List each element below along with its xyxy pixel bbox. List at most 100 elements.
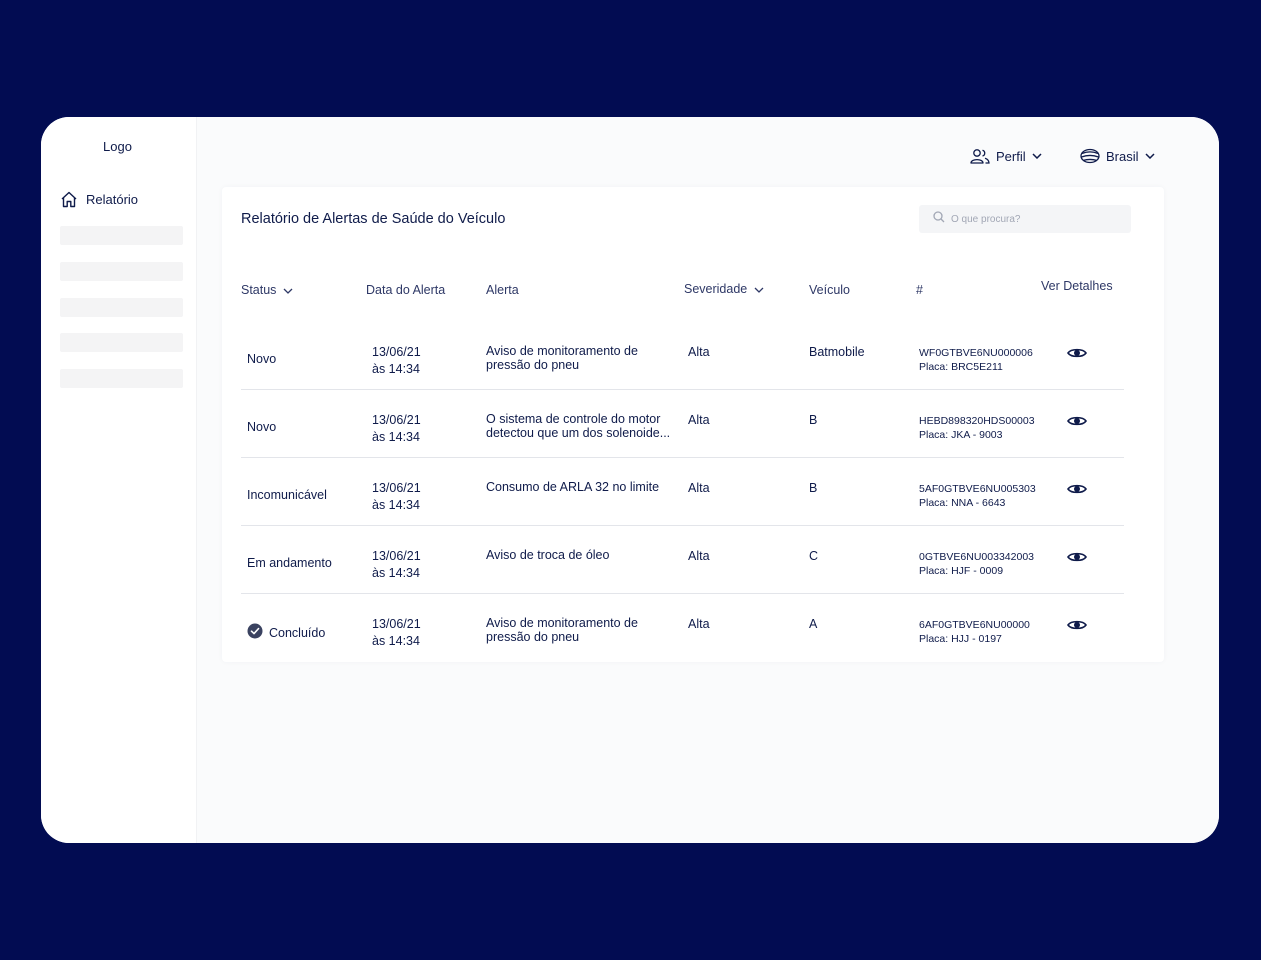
country-menu[interactable]: Brasil: [1080, 148, 1155, 164]
alert-date: 13/06/21: [372, 413, 421, 427]
users-icon: [970, 148, 990, 164]
vin-text: 0GTBVE6NU003342003: [919, 551, 1034, 563]
alert-time: às 14:34: [372, 566, 420, 580]
alert-time: às 14:34: [372, 634, 420, 648]
column-header-severity[interactable]: Severidade: [684, 282, 764, 296]
alert-cell: Aviso de monitoramento de pressão do pneu: [486, 344, 676, 372]
search-input[interactable]: [951, 213, 1121, 225]
alert-time: às 14:34: [372, 498, 420, 512]
chevron-down-icon: [283, 283, 293, 297]
check-circle-icon: [247, 623, 263, 644]
alert-text: detectou que um dos solenoide...: [486, 426, 671, 440]
profile-menu[interactable]: Perfil: [970, 148, 1042, 164]
eye-icon: [1067, 483, 1087, 495]
date-cell: 13/06/21 às 14:34: [372, 616, 421, 650]
severity-cell: Alta: [688, 481, 710, 495]
chevron-down-icon: [1144, 153, 1155, 159]
view-details-button[interactable]: [1067, 551, 1087, 563]
alert-cell: Aviso de monitoramento de pressão do pneu: [486, 616, 676, 644]
alert-time: às 14:34: [372, 362, 420, 376]
chevron-down-icon: [1032, 153, 1042, 159]
alert-cell: O sistema de controle do motor detectou q…: [486, 412, 676, 440]
vehicle-cell: B: [809, 413, 818, 427]
alert-time: às 14:34: [372, 430, 420, 444]
table-row: Novo 13/06/21 às 14:34 Aviso de monitoram…: [241, 322, 1124, 390]
alert-cell: Aviso de troca de óleo: [486, 548, 676, 562]
alert-text: Aviso de troca de óleo: [486, 548, 610, 562]
alert-date: 13/06/21: [372, 345, 421, 359]
severity-cell: Alta: [688, 549, 710, 563]
column-header-id: #: [916, 283, 923, 297]
status-text: Concluído: [269, 626, 326, 640]
alert-text: O sistema de controle do motor: [486, 412, 661, 426]
view-details-button[interactable]: [1067, 619, 1087, 631]
profile-label: Perfil: [996, 148, 1026, 164]
search-box: [919, 205, 1131, 233]
severity-cell: Alta: [688, 617, 710, 631]
alert-text: pressão do pneu: [486, 358, 580, 372]
status-cell: Incomunicável: [247, 487, 327, 504]
sidebar-placeholder: [60, 333, 183, 352]
plate-text: Placa: JKA - 9003: [919, 429, 1003, 441]
vehicle-cell: Batmobile: [809, 345, 865, 359]
column-header-alert: Alerta: [486, 283, 519, 297]
date-cell: 13/06/21 às 14:34: [372, 480, 421, 514]
table-row: Novo 13/06/21 às 14:34 O sistema de contr…: [241, 390, 1124, 458]
sidebar: Logo Relatório: [41, 117, 197, 843]
vehicle-id-cell: 6AF0GTBVE6NU00000 Placa: HJJ - 0197: [919, 618, 1030, 646]
table-row: Em andamento 13/06/21 às 14:34 Aviso de t…: [241, 526, 1124, 594]
alert-text: Aviso de monitoramento de: [486, 616, 638, 630]
chevron-down-icon: [754, 282, 764, 296]
status-cell: Em andamento: [247, 555, 332, 572]
date-cell: 13/06/21 às 14:34: [372, 548, 421, 582]
vehicle-id-cell: HEBD898320HDS00003 Placa: JKA - 9003: [919, 414, 1035, 442]
alert-date: 13/06/21: [372, 549, 421, 563]
alert-text: Aviso de monitoramento de: [486, 344, 638, 358]
country-label: Brasil: [1106, 148, 1139, 164]
column-header-vehicle: Veículo: [809, 283, 851, 297]
vin-text: HEBD898320HDS00003: [919, 415, 1035, 427]
sidebar-placeholder: [60, 369, 183, 388]
column-header-status[interactable]: Status: [241, 283, 293, 297]
view-details-button[interactable]: [1067, 347, 1087, 359]
status-text: Em andamento: [247, 556, 332, 570]
sidebar-item-label: Relatório: [86, 192, 139, 207]
eye-icon: [1067, 347, 1087, 359]
view-details-button[interactable]: [1067, 415, 1087, 427]
column-header-label: Status: [241, 283, 277, 297]
vin-text: 6AF0GTBVE6NU00000: [919, 619, 1030, 631]
home-icon: [60, 191, 78, 208]
eye-icon: [1067, 619, 1087, 631]
sidebar-placeholder: [60, 298, 183, 317]
sidebar-placeholder: [60, 226, 183, 245]
plate-text: Placa: BRC5E211: [919, 361, 1003, 373]
column-header-details: Ver Detalhes: [1041, 279, 1113, 293]
status-text: Novo: [247, 420, 277, 434]
alert-date: 13/06/21: [372, 617, 421, 631]
vehicle-id-cell: 0GTBVE6NU003342003 Placa: HJF - 0009: [919, 550, 1034, 578]
alert-text: pressão do pneu: [486, 630, 580, 644]
date-cell: 13/06/21 às 14:34: [372, 412, 421, 446]
globe-icon: [1080, 148, 1100, 164]
sidebar-item-relatorio[interactable]: Relatório: [60, 191, 138, 208]
vehicle-id-cell: 5AF0GTBVE6NU005303 Placa: NNA - 6643: [919, 482, 1036, 510]
sidebar-placeholder: [60, 262, 183, 281]
plate-text: Placa: HJJ - 0197: [919, 633, 1002, 645]
column-header-label: Severidade: [684, 282, 748, 296]
severity-cell: Alta: [688, 345, 710, 359]
vin-text: 5AF0GTBVE6NU005303: [919, 483, 1036, 495]
table-row: Concluído 13/06/21 às 14:34 Aviso de moni…: [241, 594, 1124, 662]
vehicle-cell: B: [809, 481, 818, 495]
app-window: Logo Relatório Perfil Brasil Relatório d…: [41, 117, 1219, 843]
severity-cell: Alta: [688, 413, 710, 427]
view-details-button[interactable]: [1067, 483, 1087, 495]
status-text: Novo: [247, 352, 277, 366]
eye-icon: [1067, 551, 1087, 563]
status-text: Incomunicável: [247, 488, 327, 502]
eye-icon: [1067, 415, 1087, 427]
alert-date: 13/06/21: [372, 481, 421, 495]
vehicle-cell: A: [809, 617, 818, 631]
vehicle-id-cell: WF0GTBVE6NU000006 Placa: BRC5E211: [919, 346, 1033, 374]
main-content: Perfil Brasil Relatório de Alertas de Sa…: [197, 117, 1219, 843]
vin-text: WF0GTBVE6NU000006: [919, 347, 1033, 359]
